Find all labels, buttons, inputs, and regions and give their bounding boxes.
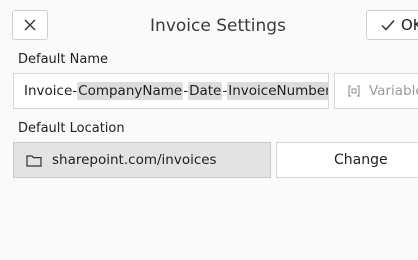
variable-token-invoice-number[interactable]: InvoiceNumber bbox=[227, 82, 328, 100]
variable-icon bbox=[347, 84, 361, 98]
default-location-field[interactable]: sharepoint.com/invoices bbox=[13, 142, 271, 178]
checkmark-icon bbox=[381, 19, 395, 31]
close-button[interactable] bbox=[12, 10, 48, 40]
ok-label: OK bbox=[401, 16, 418, 34]
folder-icon bbox=[26, 154, 42, 167]
dialog-header: Invoice Settings OK bbox=[0, 0, 418, 48]
invoice-settings-dialog: Invoice Settings OK Default Name Invoice… bbox=[0, 0, 418, 260]
change-location-button[interactable]: Change bbox=[276, 142, 418, 178]
default-name-input[interactable]: Invoice- CompanyName - Date - InvoiceNumber bbox=[13, 73, 329, 109]
default-location-label: Default Location bbox=[18, 121, 125, 136]
ok-button[interactable]: OK bbox=[366, 10, 418, 40]
variables-label: Variables bbox=[369, 83, 418, 99]
name-part: Invoice- bbox=[24, 83, 78, 99]
dialog-title: Invoice Settings bbox=[150, 16, 286, 36]
variables-button[interactable]: Variables bbox=[334, 73, 418, 109]
default-name-label: Default Name bbox=[18, 52, 108, 67]
change-label: Change bbox=[334, 152, 388, 168]
variable-token-date[interactable]: Date bbox=[188, 82, 223, 100]
close-icon bbox=[24, 19, 36, 31]
location-path: sharepoint.com/invoices bbox=[52, 152, 217, 168]
variable-token-company-name[interactable]: CompanyName bbox=[77, 82, 184, 100]
